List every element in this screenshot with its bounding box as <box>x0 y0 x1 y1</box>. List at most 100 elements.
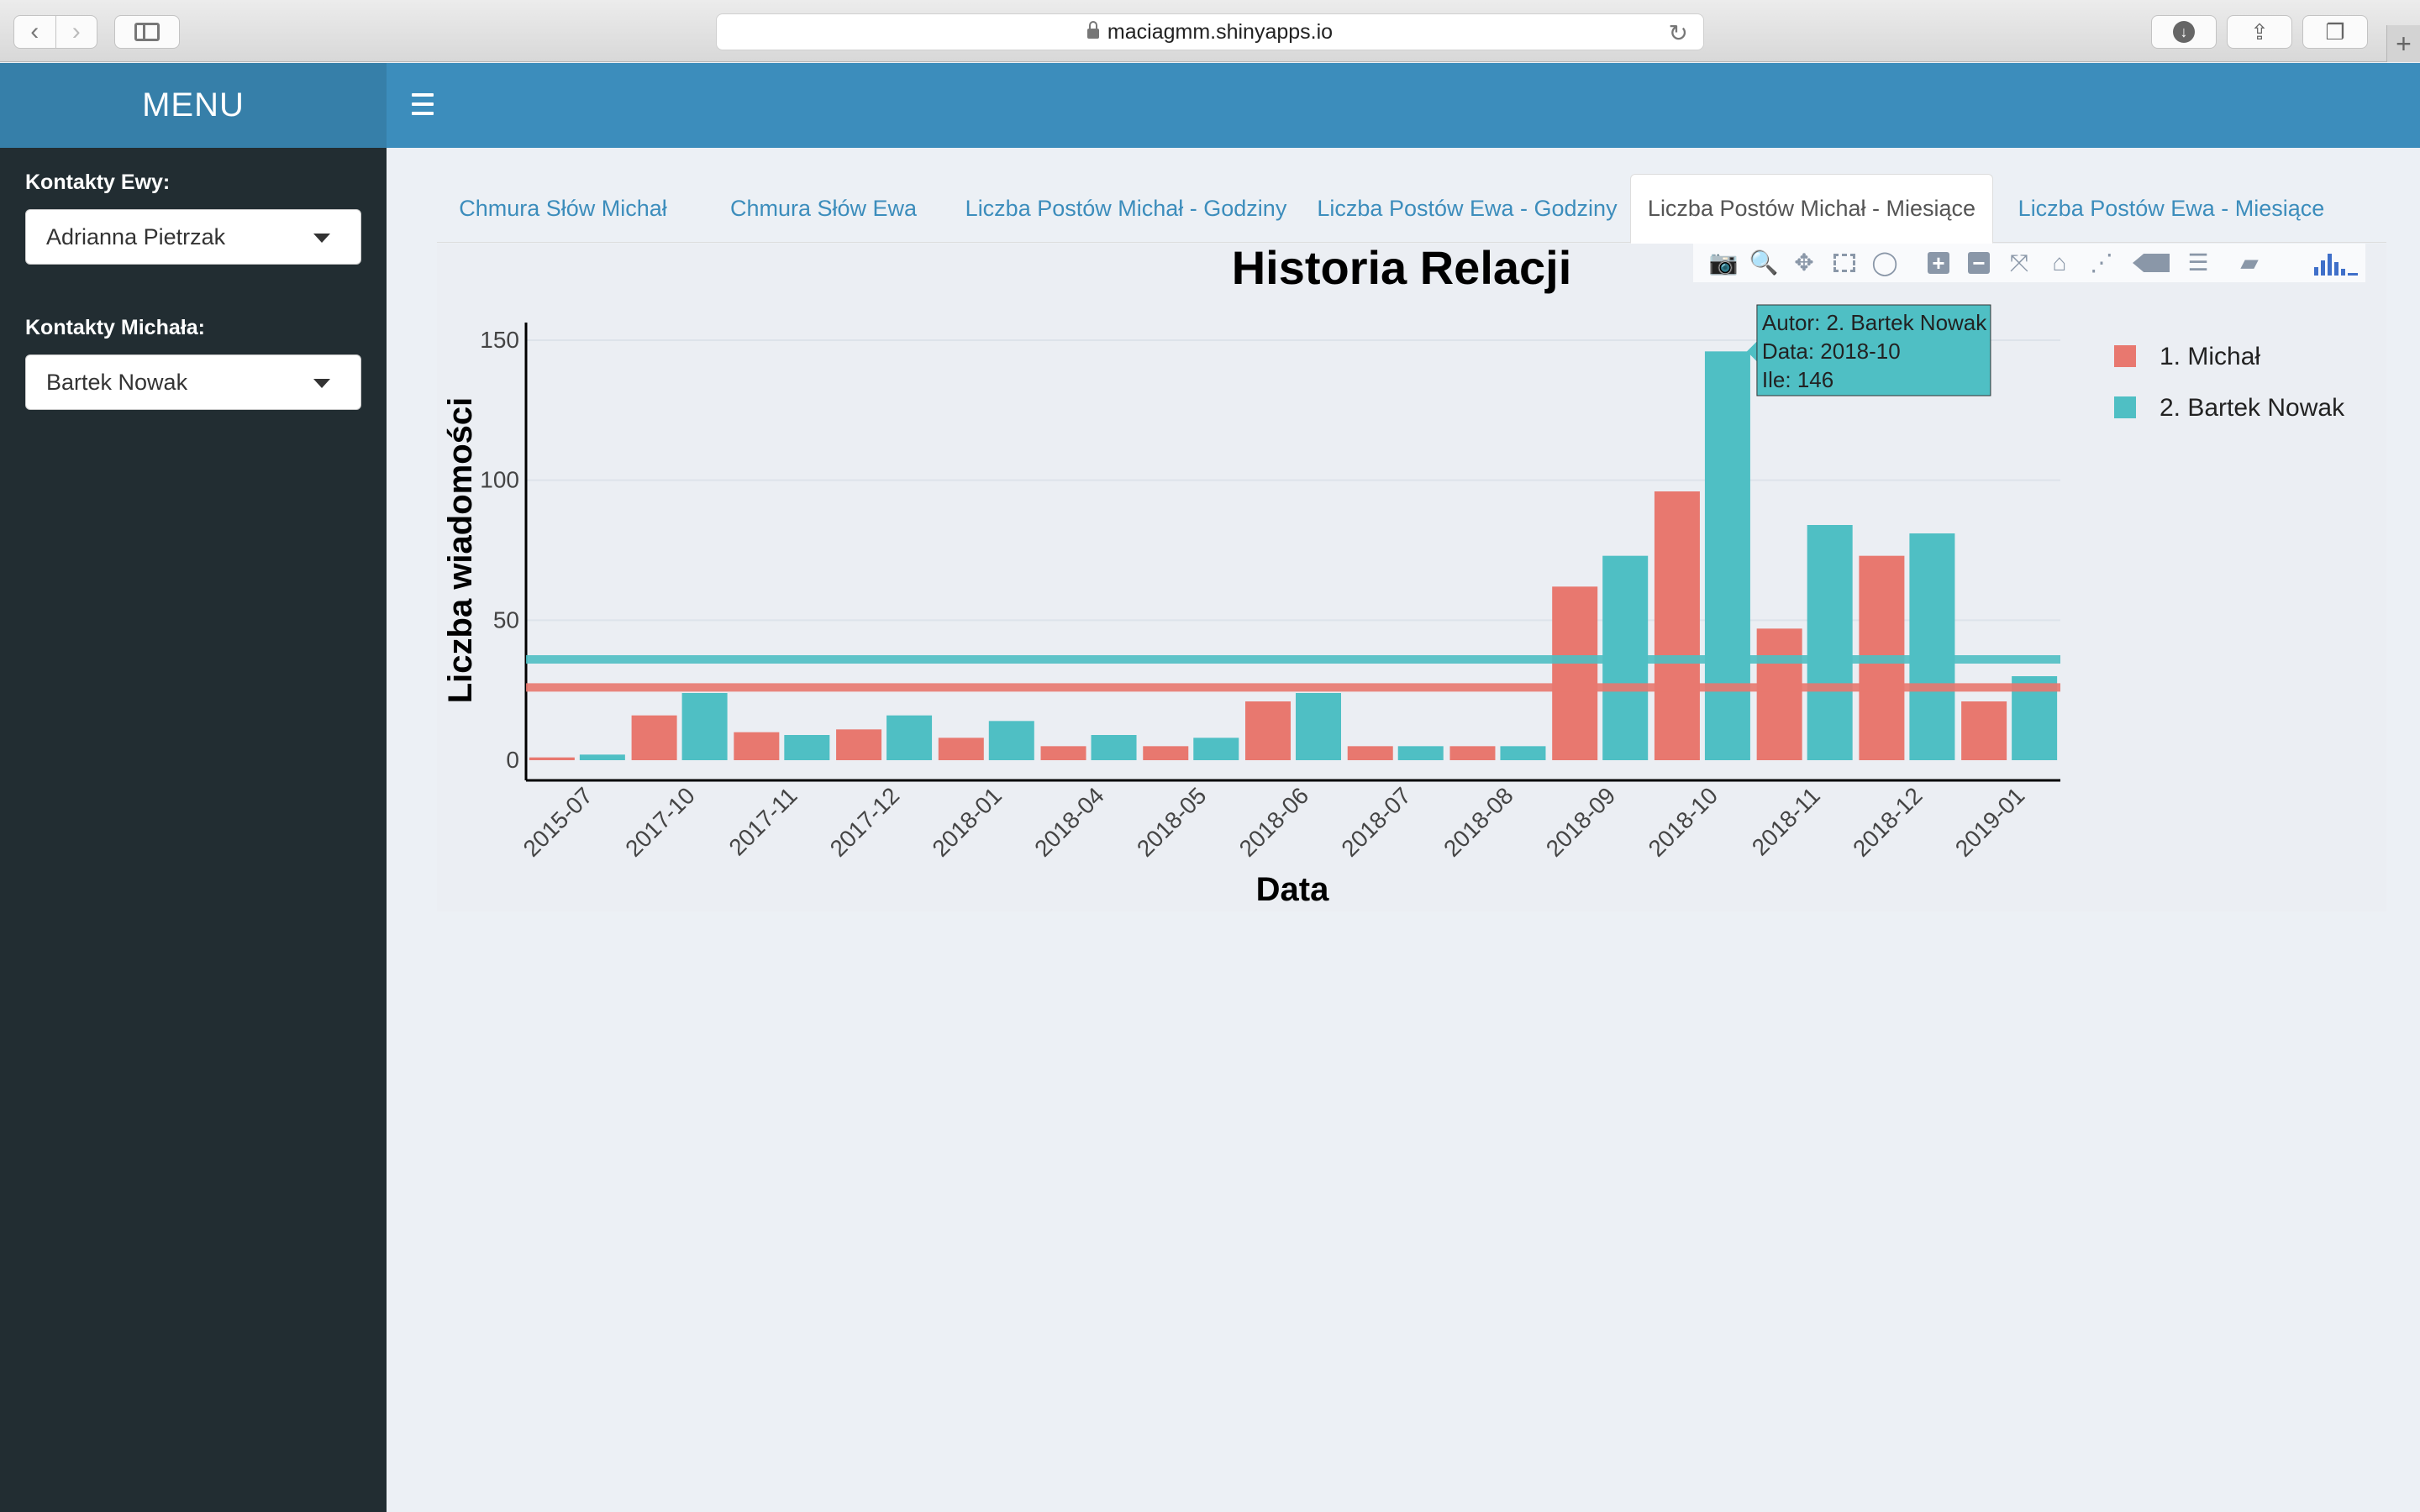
ewa-contacts-label: Kontakty Ewy: <box>25 171 171 194</box>
bar <box>1397 746 1444 760</box>
bar <box>1654 491 1700 760</box>
x-tick-label: 2018-05 <box>1132 782 1212 862</box>
reload-icon[interactable]: ↻ <box>1669 19 1688 47</box>
bar <box>1552 586 1598 760</box>
x-tick-label: 2018-08 <box>1439 782 1518 862</box>
tabs-button[interactable]: ❐ <box>2302 15 2368 49</box>
legend-label: 2. Bartek Nowak <box>2160 394 2345 422</box>
bar <box>1961 701 2007 760</box>
box-select-icon[interactable] <box>1831 250 1858 276</box>
bar <box>1807 525 1853 760</box>
new-tab-icon[interactable]: + <box>2386 25 2420 62</box>
x-tick-label: 2018-04 <box>1029 782 1109 862</box>
plot-modebar: 📷 🔍 ✥ ◯ + − ⤧ ⌂ ⋰ ☰ ▰ <box>1693 244 2365 282</box>
tab-chmura-slow-ewa[interactable]: Chmura Słów Ewa <box>689 174 958 243</box>
logo: MENU <box>0 63 387 148</box>
bar <box>579 754 625 760</box>
hover-closest-icon[interactable] <box>2130 250 2172 276</box>
y-tick-label: 50 <box>493 606 519 633</box>
bar <box>1091 735 1137 760</box>
x-axis-title: Data <box>1256 871 1329 908</box>
hover-compare-icon[interactable]: ☰ <box>2177 250 2219 276</box>
downloads-button[interactable]: ↓ <box>2151 15 2217 49</box>
tab-posty-michal-godziny[interactable]: Liczba Postów Michał - Godziny <box>958 174 1294 243</box>
y-tick-label: 100 <box>480 467 519 493</box>
tabs-icon: ❐ <box>2325 18 2345 45</box>
camera-icon[interactable]: 📷 <box>1709 250 1739 276</box>
y-tick-label: 150 <box>480 327 519 353</box>
michal-contacts-select[interactable]: Bartek Nowak <box>25 354 361 410</box>
x-tick-label: 2018-07 <box>1336 782 1416 862</box>
ewa-contacts-select[interactable]: Adrianna Pietrzak <box>25 209 361 265</box>
pan-icon[interactable]: ✥ <box>1791 250 1818 276</box>
address-bar[interactable]: maciagmm.shinyapps.io ↻ <box>716 13 1704 50</box>
zoom-in-icon[interactable]: + <box>1925 250 1952 276</box>
x-tick-label: 2017-11 <box>723 782 802 860</box>
hamburger-menu-icon[interactable] <box>412 93 434 115</box>
bar <box>1347 746 1393 760</box>
bar <box>1040 746 1086 760</box>
tab-bar: Chmura Słów Michał Chmura Słów Ewa Liczb… <box>437 174 2386 244</box>
zoom-icon[interactable]: 🔍 <box>1749 250 1779 276</box>
bar <box>886 715 933 760</box>
bar <box>784 735 830 760</box>
edit-chart-icon[interactable]: ▰ <box>2236 250 2263 276</box>
bar <box>681 693 728 760</box>
plotly-logo-icon[interactable] <box>2314 250 2358 276</box>
autoscale-icon[interactable]: ⤧ <box>2006 250 2033 276</box>
ewa-contacts-value: Adrianna Pietrzak <box>46 223 226 249</box>
chart-title: Historia Relacji <box>1232 244 1572 294</box>
legend-label: 1. Michał <box>2160 343 2260 370</box>
sidebar-toggle-button[interactable] <box>114 15 180 49</box>
tooltip-line: Data: 2018-10 <box>1762 339 1901 364</box>
michal-contacts-label: Kontakty Michała: <box>25 316 205 339</box>
bar <box>1449 746 1496 760</box>
bar <box>836 729 882 760</box>
lasso-select-icon[interactable]: ◯ <box>1871 250 1898 276</box>
bar <box>1245 701 1291 760</box>
tab-chmura-slow-michal[interactable]: Chmura Słów Michał <box>437 174 689 243</box>
sidebar-icon <box>134 23 160 41</box>
caret-down-icon <box>313 234 330 243</box>
x-tick-label: 2018-11 <box>1747 782 1825 860</box>
share-button[interactable]: ⇪ <box>2227 15 2292 49</box>
tab-posty-ewa-miesiace[interactable]: Liczba Postów Ewa - Miesiące <box>1993 174 2349 243</box>
x-tick-label: 2018-10 <box>1644 782 1723 862</box>
bar <box>631 715 677 760</box>
michal-contacts-value: Bartek Nowak <box>46 369 188 395</box>
browser-toolbar: ‹ › maciagmm.shinyapps.io ↻ ↓ ⇪ ❐ + <box>0 0 2420 62</box>
download-icon: ↓ <box>2173 21 2195 43</box>
zoom-out-icon[interactable]: − <box>1965 250 1992 276</box>
x-tick-label: 2019-01 <box>1950 782 2030 862</box>
tab-posty-ewa-godziny[interactable]: Liczba Postów Ewa - Godziny <box>1302 174 1632 243</box>
bar <box>1756 628 1802 760</box>
bar <box>1193 738 1239 760</box>
bar <box>1909 533 1955 760</box>
spike-lines-icon[interactable]: ⋰ <box>2088 250 2115 276</box>
legend-swatch <box>2114 345 2136 367</box>
reset-axes-icon[interactable]: ⌂ <box>2046 250 2073 276</box>
history-buttons: ‹ › <box>13 15 97 49</box>
bar <box>734 732 780 760</box>
bar <box>1143 746 1189 760</box>
bar <box>529 757 575 760</box>
bar <box>938 738 984 760</box>
top-navbar <box>387 63 2420 148</box>
x-tick-label: 2018-06 <box>1234 782 1314 862</box>
tooltip-line: Autor: 2. Bartek Nowak <box>1762 310 1987 335</box>
x-tick-label: 2015-07 <box>518 782 598 862</box>
bar <box>1296 693 1341 760</box>
bar <box>1500 746 1546 760</box>
tab-posty-michal-miesiace[interactable]: Liczba Postów Michał - Miesiące <box>1630 174 1993 244</box>
back-icon[interactable]: ‹ <box>14 16 55 48</box>
bar <box>1704 351 1750 760</box>
x-tick-label: 2018-01 <box>927 782 1007 862</box>
tooltip-line: Ile: 146 <box>1762 367 1833 392</box>
bar <box>988 721 1034 760</box>
plot-container: 0 50 100 150 2015-07 2017-10 2017-11 2017-12 201… <box>437 241 2386 911</box>
y-axis-title: Liczba wiadomości <box>442 397 479 704</box>
share-icon: ⇪ <box>2250 18 2269 45</box>
x-tick-label: 2017-10 <box>620 782 700 862</box>
bar-chart[interactable]: 0 50 100 150 2015-07 2017-10 2017-11 2017-12 201… <box>437 241 2386 911</box>
forward-icon[interactable]: › <box>55 16 97 48</box>
